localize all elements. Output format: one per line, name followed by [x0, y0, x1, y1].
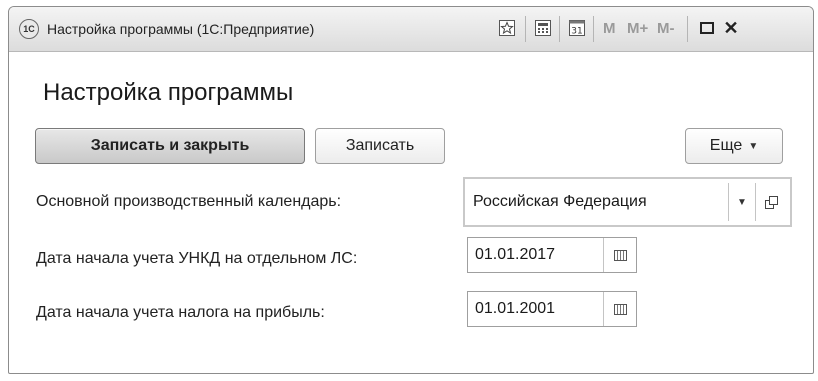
open-window-icon [765, 196, 778, 209]
calendar-icon [613, 303, 627, 315]
unkd-date-label: Дата начала учета УНКД на отдельном ЛС: [36, 250, 358, 267]
toolbar-separator [559, 16, 560, 42]
save-and-close-button[interactable]: Записать и закрыть [35, 128, 305, 164]
star-icon[interactable] [497, 18, 517, 38]
app-logo-icon[interactable]: 1С [19, 19, 39, 39]
unkd-date-field[interactable]: 01.01.2017 [467, 237, 637, 273]
memory-minus-button[interactable]: M- [657, 20, 675, 37]
calendar-label: Основной производственный календарь: [36, 193, 342, 210]
calendar-picker-button[interactable] [603, 238, 636, 272]
calendar-icon [613, 249, 627, 261]
window-title: Настройка программы (1С:Предприятие) [47, 21, 315, 37]
toolbar-separator [687, 16, 688, 42]
dropdown-button[interactable]: ▼ [728, 183, 755, 221]
calendar-icon[interactable]: 31 [567, 18, 587, 38]
maximize-icon[interactable] [697, 18, 717, 38]
chevron-down-icon: ▼ [737, 196, 747, 208]
memory-button[interactable]: M [603, 20, 616, 37]
toolbar-separator [525, 16, 526, 42]
close-icon[interactable]: ✕ [721, 18, 741, 38]
memory-plus-button[interactable]: M+ [627, 20, 648, 37]
more-button[interactable]: Еще ▼ [685, 128, 783, 164]
unkd-date-value[interactable]: 01.01.2017 [468, 246, 603, 264]
open-icon[interactable] [755, 183, 786, 221]
save-button[interactable]: Записать [315, 128, 445, 164]
calendar-field[interactable]: Российская Федерация ▼ [463, 177, 792, 227]
profit-tax-date-label: Дата начала учета налога на прибыль: [36, 304, 325, 321]
calculator-icon[interactable] [533, 18, 553, 38]
toolbar-separator [593, 16, 594, 42]
page-title: Настройка программы [43, 79, 294, 106]
settings-window: 1С Настройка программы (1С:Предприятие) … [8, 6, 814, 374]
calendar-value[interactable]: Российская Федерация [469, 193, 728, 211]
chevron-down-icon: ▼ [748, 140, 759, 152]
profit-tax-date-value[interactable]: 01.01.2001 [468, 300, 603, 318]
more-button-label: Еще [709, 137, 743, 154]
calendar-picker-button[interactable] [603, 292, 636, 326]
svg-text:31: 31 [571, 27, 582, 37]
profit-tax-date-field[interactable]: 01.01.2001 [467, 291, 637, 327]
title-bar: 1С Настройка программы (1С:Предприятие) … [9, 7, 813, 52]
